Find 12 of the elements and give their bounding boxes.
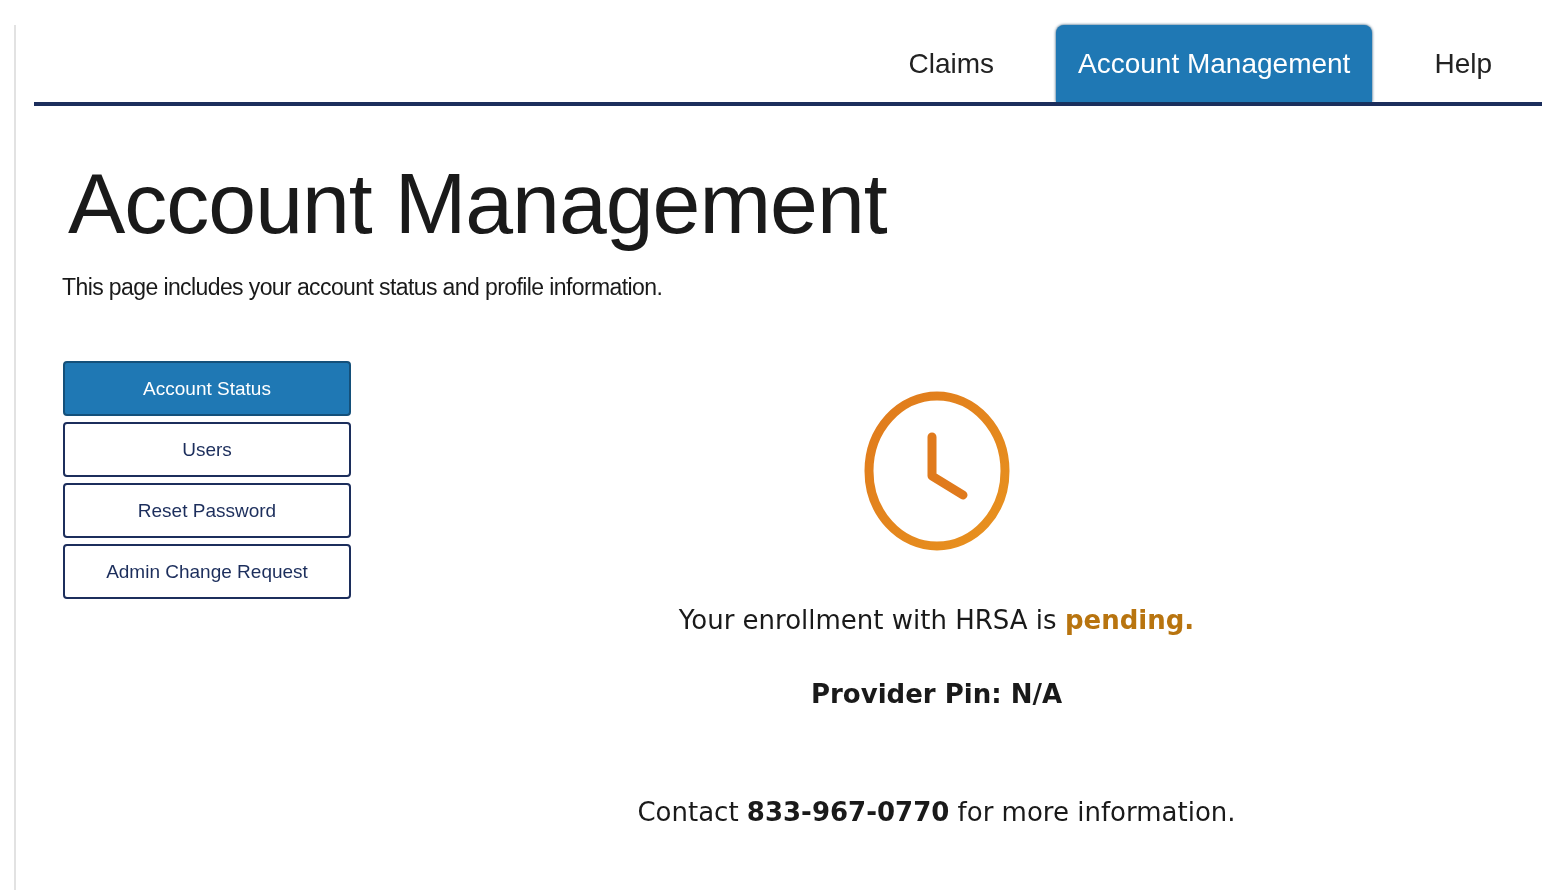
provider-pin-text: Provider Pin: N/A xyxy=(811,679,1062,710)
nav-tab[interactable]: Account Management xyxy=(1056,25,1373,102)
sidebar-button[interactable]: Admin Change Request xyxy=(63,544,351,600)
nav-tab[interactable]: Claims xyxy=(886,25,1016,102)
page-title: Account Management xyxy=(68,158,888,249)
page-description: This page includes your account status and profile information. xyxy=(62,274,664,302)
sidebar-button[interactable]: Users xyxy=(63,422,351,478)
contact-text: Contact 833-967-0770 for more information. xyxy=(637,797,1236,828)
enrollment-status-text: Your enrollment with HRSA is pending. xyxy=(678,605,1195,636)
nav-tab[interactable]: Help xyxy=(1412,25,1514,102)
sidebar-button[interactable]: Reset Password xyxy=(63,483,351,539)
sidebar-button[interactable]: Account Status xyxy=(63,361,351,417)
